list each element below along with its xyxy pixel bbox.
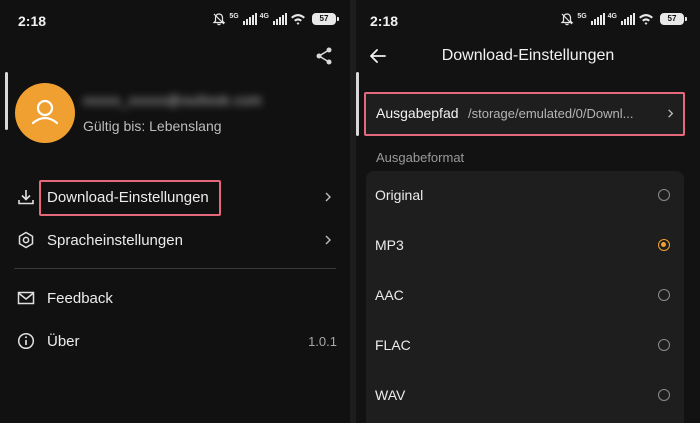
radio-button[interactable] <box>658 289 670 301</box>
app-version: 1.0.1 <box>308 333 337 349</box>
menu-item-label: Über <box>47 332 80 350</box>
chevron-right-icon <box>325 235 331 245</box>
highlight-box <box>364 92 685 136</box>
format-option-wav[interactable]: WAV <box>366 371 684 419</box>
status-bar: 2:18 5G 4G 57 <box>0 0 350 40</box>
format-list: Original MP3 AAC FLAC WAV <box>366 171 684 423</box>
account-email: xxxxx_xxxxx@outlook.com <box>83 92 262 108</box>
validity-text: Gültig bis: Lebenslang <box>83 118 222 134</box>
scroll-indicator <box>5 72 8 130</box>
network-type-4g: 4G <box>607 12 617 20</box>
format-option-flac[interactable]: FLAC <box>366 321 684 369</box>
scroll-indicator <box>356 72 359 136</box>
signal-icon <box>273 13 287 25</box>
menu-item-label: Feedback <box>47 289 113 307</box>
format-label: Original <box>375 187 424 203</box>
radio-button[interactable] <box>658 339 670 351</box>
signal-icon <box>242 13 257 25</box>
mail-icon <box>17 291 35 305</box>
menu-item-about[interactable]: Über 1.0.1 <box>0 319 350 363</box>
profile-screen: 2:18 5G 4G 57 xxxxx_xxxxx@outlook.com Gü… <box>0 0 350 423</box>
signal-icon <box>621 13 635 25</box>
format-option-aac[interactable]: AAC <box>366 271 684 319</box>
format-option-original[interactable]: Original <box>366 171 684 219</box>
format-option-mp3[interactable]: MP3 <box>366 221 684 269</box>
avatar[interactable] <box>15 83 75 143</box>
share-icon[interactable] <box>314 46 334 66</box>
status-time: 2:18 <box>370 13 399 29</box>
highlight-box <box>39 180 221 216</box>
menu-item-language-settings[interactable]: Spracheinstellungen <box>0 218 350 262</box>
chevron-right-icon <box>325 192 331 202</box>
battery-indicator: 57 <box>660 13 687 25</box>
download-settings-screen: 2:18 5G 4G 57 Download-Einstellungen Aus… <box>356 0 700 423</box>
wifi-icon <box>639 14 653 25</box>
format-label: WAV <box>375 387 406 403</box>
mute-bell-icon <box>560 13 574 26</box>
radio-button[interactable] <box>658 189 670 201</box>
battery-indicator: 57 <box>312 13 339 25</box>
settings-icon <box>18 231 34 249</box>
status-icons: 5G 4G 57 <box>560 12 687 26</box>
format-label: FLAC <box>375 337 411 353</box>
status-icons: 5G 4G 57 <box>212 12 339 26</box>
format-label: MP3 <box>375 237 404 253</box>
page-title: Download-Einstellungen <box>441 47 615 64</box>
menu-divider <box>14 268 336 269</box>
format-label: AAC <box>375 287 404 303</box>
download-icon <box>18 190 34 205</box>
network-type-4g: 4G <box>259 12 269 20</box>
wifi-icon <box>291 14 305 25</box>
menu-item-label: Spracheinstellungen <box>47 231 183 249</box>
section-title-output-format: Ausgabeformat <box>376 150 465 165</box>
status-bar: 2:18 5G 4G 57 <box>356 0 700 40</box>
mute-bell-icon <box>212 13 226 26</box>
radio-button[interactable] <box>658 389 670 401</box>
user-icon <box>31 99 59 125</box>
radio-button-selected[interactable] <box>658 239 670 251</box>
info-icon <box>17 332 35 350</box>
menu-item-feedback[interactable]: Feedback <box>0 276 350 320</box>
status-time: 2:18 <box>18 13 47 29</box>
network-type-5g: 5G <box>577 12 587 20</box>
signal-icon <box>590 13 605 25</box>
network-type-5g: 5G <box>229 12 239 20</box>
